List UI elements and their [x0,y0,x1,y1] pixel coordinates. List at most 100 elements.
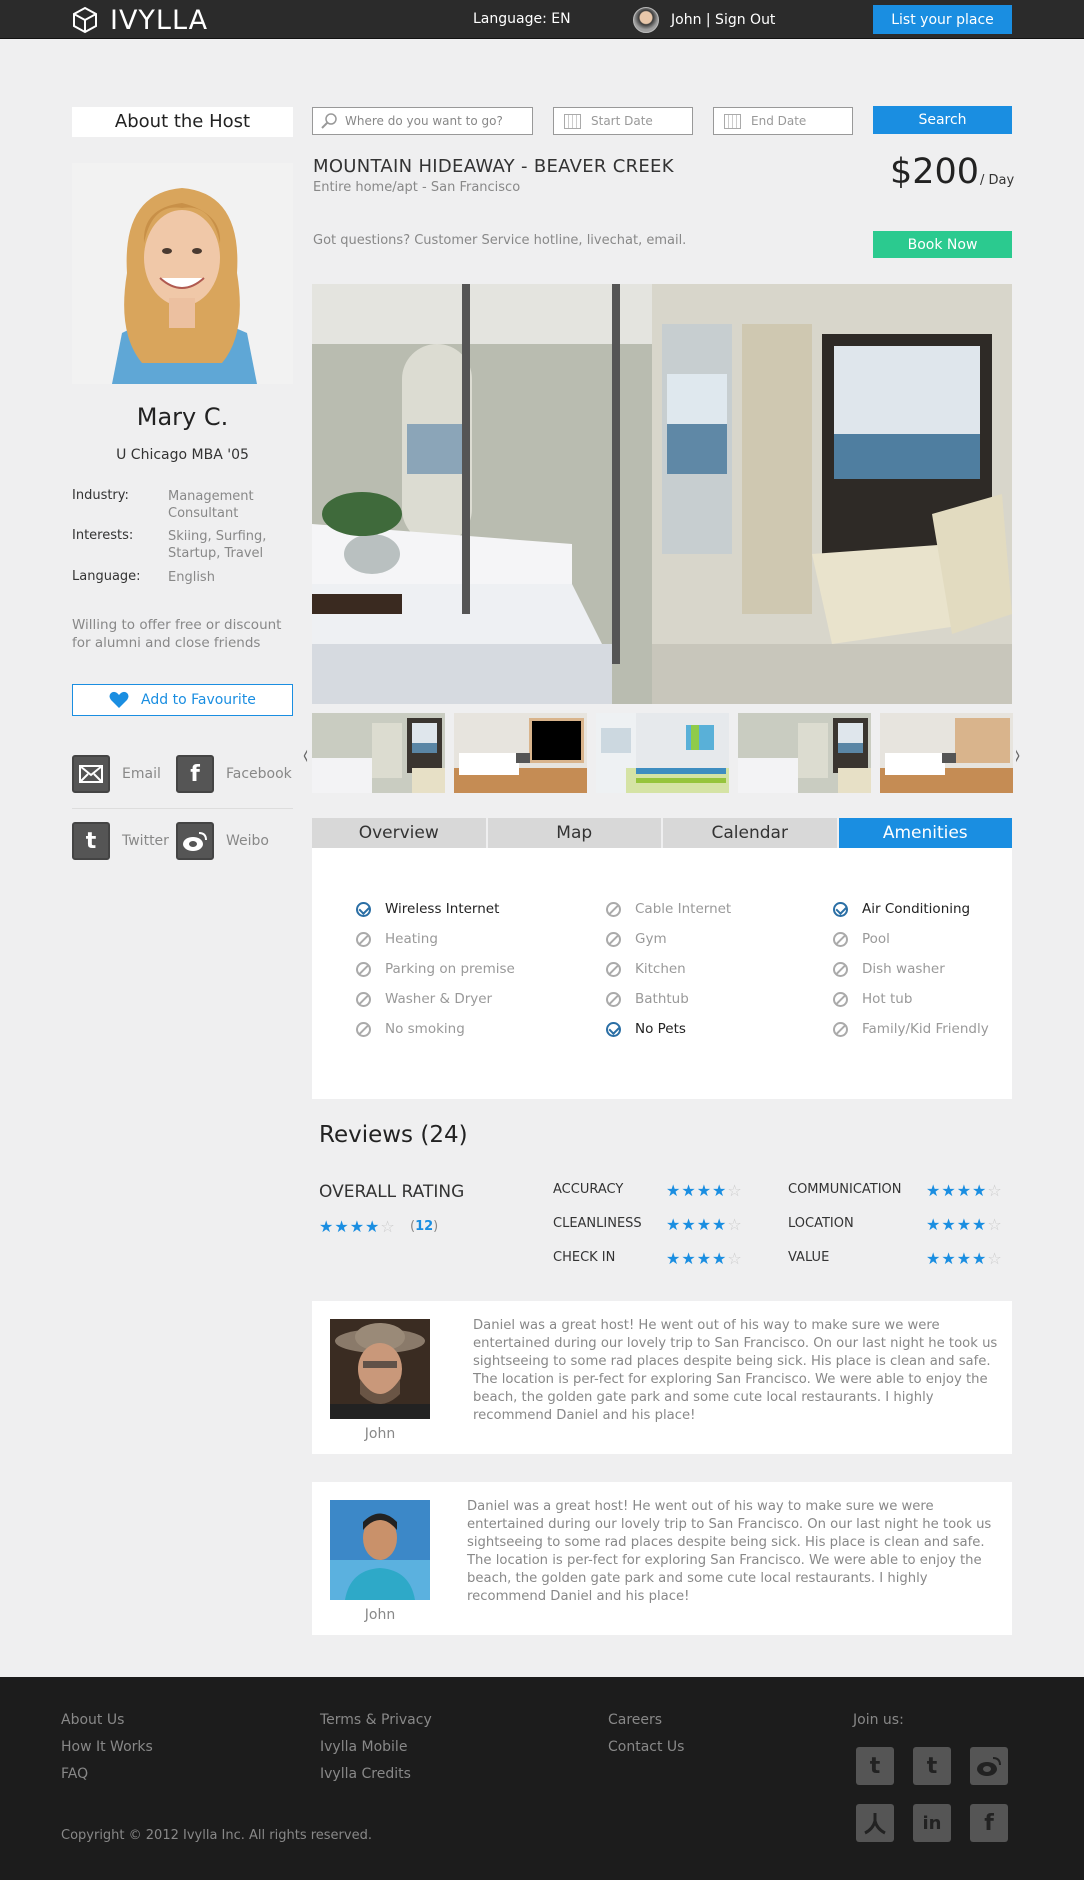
star-filled-icon: ★ [681,1181,696,1200]
review-text: Daniel was a great host! He went out of … [473,1318,998,1423]
footer-link-mobile[interactable]: Ivylla Mobile [320,1739,407,1755]
footer-link-careers[interactable]: Careers [608,1712,662,1728]
amenity-label: Air Conditioning [862,901,971,917]
cube-icon [73,6,97,34]
unavailable-icon [606,931,621,947]
avatar [633,7,659,33]
host-school: U Chicago MBA '05 [116,447,249,463]
star-filled-icon: ★ [956,1215,972,1234]
tab-calendar[interactable]: Calendar [663,818,837,848]
star-filled-icon: ★ [666,1181,681,1200]
amenity-item: Dish washer [833,961,945,977]
end-date-placeholder: End Date [751,114,807,128]
host-name: Mary C. [136,403,229,431]
footer-link-how-it-works[interactable]: How It Works [61,1739,153,1755]
language-selector[interactable]: Language: EN [473,11,571,27]
tumblr-icon[interactable]: t [856,1747,894,1785]
thumb-next-arrow[interactable]: › [1015,738,1021,771]
heart-icon [109,691,129,708]
thumb-prev-arrow[interactable]: ‹ [303,738,309,771]
rating-category-stars: ★ ★ ★ ★ ☆ [666,1183,742,1199]
amenity-item: No smoking [356,1021,465,1037]
facebook-icon[interactable]: f [970,1804,1008,1842]
rating-category-label: COMMUNICATION [788,1182,902,1197]
footer-link-about-us[interactable]: About Us [61,1712,124,1728]
thumbnail[interactable] [312,713,445,793]
calendar-icon [724,113,741,129]
start-date-input[interactable]: Start Date [553,107,693,135]
thumbnail[interactable] [738,713,871,793]
star-filled-icon: ★ [696,1249,712,1268]
amenity-item: No Pets [606,1021,686,1037]
unavailable-icon [606,991,621,1007]
search-button[interactable]: Search [873,106,1012,134]
star-filled-icon: ★ [334,1217,349,1236]
user-menu[interactable]: John | Sign Out [633,7,775,33]
industry-value: Management Consultant [168,489,254,521]
top-bar: IVYLLA Language: EN John | Sign Out List… [0,0,1084,39]
star-filled-icon: ★ [926,1249,941,1268]
linkedin-icon[interactable]: in [913,1804,951,1842]
amenity-item: Heating [356,931,438,947]
social-divider [72,808,293,809]
reviewer-name: John [364,1426,396,1442]
review-count-number: 12 [415,1219,434,1234]
list-your-place-button[interactable]: List your place [873,5,1012,34]
amenity-label: Bathtub [635,991,689,1007]
thumbnail[interactable] [454,713,587,793]
user-sign-out[interactable]: John | Sign Out [671,12,775,28]
discount-note: Willing to offer free or discount for al… [72,617,282,651]
share-email[interactable]: Email [72,755,161,793]
share-weibo[interactable]: Weibo [176,822,269,860]
star-filled-icon: ★ [666,1249,681,1268]
rating-category-stars: ★ ★ ★ ★ ☆ [666,1217,742,1233]
footer-link-contact[interactable]: Contact Us [608,1739,684,1755]
amenity-label: Kitchen [635,961,686,977]
star-filled-icon: ★ [972,1181,987,1200]
star-filled-icon: ★ [681,1249,696,1268]
share-twitter[interactable]: t Twitter [72,822,169,860]
twitter-icon[interactable]: t [913,1747,951,1785]
star-filled-icon: ★ [365,1217,380,1236]
destination-search-input[interactable]: Where do you want to go? [312,107,533,135]
add-to-favourite-button[interactable]: Add to Favourite [72,684,293,716]
footer-link-terms[interactable]: Terms & Privacy [320,1712,432,1728]
search-icon [321,113,337,129]
amenity-label: Wireless Internet [385,901,500,917]
footer-link-credits[interactable]: Ivylla Credits [320,1766,411,1782]
amenities-panel: Wireless Internet Heating Parking on premi… [312,848,1012,1099]
overall-rating-stars: ★ ★ ★ ★ ☆ [319,1219,395,1235]
amenity-item: Hot tub [833,991,912,1007]
amenity-label: No Pets [635,1021,686,1037]
review-count[interactable]: (12) [410,1219,438,1234]
end-date-input[interactable]: End Date [713,107,853,135]
renren-icon[interactable] [856,1804,894,1842]
footer-link-faq[interactable]: FAQ [61,1766,88,1782]
tab-map[interactable]: Map [487,818,661,848]
rating-category-label: CLEANLINESS [553,1216,642,1231]
share-facebook[interactable]: f Facebook [176,755,292,793]
thumbnail[interactable] [596,713,729,793]
reviews-title: Reviews (24) [319,1122,468,1148]
reviewer-photo [330,1500,430,1600]
star-empty-icon: ☆ [987,1215,1002,1234]
tab-amenities[interactable]: Amenities [838,818,1012,848]
amenity-item: Bathtub [606,991,689,1007]
unavailable-icon [833,1021,848,1037]
customer-service-note: Got questions? Customer Service hotline,… [313,233,687,248]
amenity-label: Pool [862,931,890,947]
weibo-icon[interactable] [970,1747,1008,1785]
tab-overview[interactable]: Overview [312,818,486,848]
star-empty-icon: ☆ [380,1217,395,1236]
star-filled-icon: ★ [712,1249,727,1268]
amenity-label: Family/Kid Friendly [862,1021,989,1037]
thumbnail[interactable] [880,713,1013,793]
book-now-button[interactable]: Book Now [873,231,1012,258]
rating-category-stars: ★ ★ ★ ★ ☆ [926,1251,1002,1267]
copyright: Copyright © 2012 Ivylla Inc. All rights … [61,1828,372,1843]
star-filled-icon: ★ [319,1217,334,1236]
unavailable-icon [833,961,848,977]
logo[interactable]: IVYLLA [72,5,208,36]
reviewer-name: John [364,1607,396,1623]
star-filled-icon: ★ [712,1181,727,1200]
